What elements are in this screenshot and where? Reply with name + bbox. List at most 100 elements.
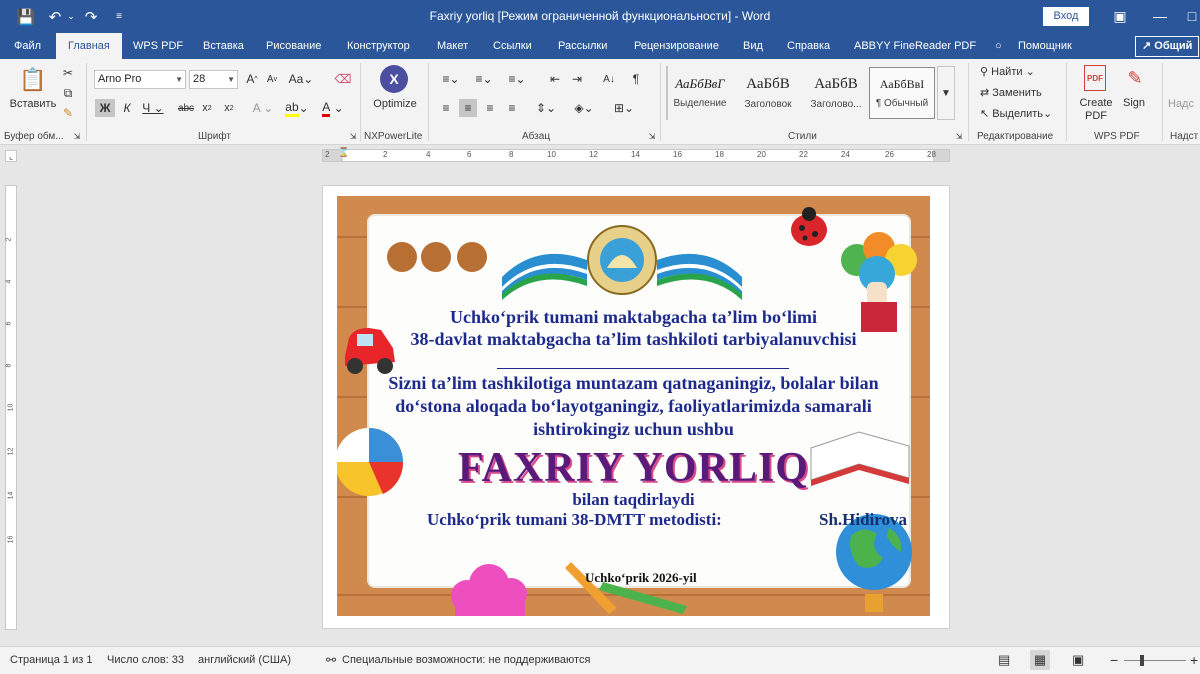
style-normal[interactable]: АаБбВвI ¶ Обычный <box>869 67 935 119</box>
find-button[interactable]: ⚲ Найти ⌄ <box>980 65 1035 79</box>
tab-abbyy[interactable]: ABBYY FineReader PDF <box>854 33 976 59</box>
paragraph-launcher-icon[interactable]: ⇲ <box>648 131 656 141</box>
tab-layout[interactable]: Макет <box>437 33 468 59</box>
clipboard-launcher-icon[interactable]: ⇲ <box>73 131 81 141</box>
text-effects-icon[interactable]: A ⌄ <box>250 99 276 117</box>
addins-button[interactable]: Надс <box>1168 98 1194 110</box>
style-emphasis[interactable]: АаБбВвГ Выделение <box>667 67 733 119</box>
divider <box>968 63 969 141</box>
tab-tell-me[interactable]: Помощник <box>1018 33 1072 59</box>
ruler-number: 2 <box>5 237 13 242</box>
styles-gallery: АаБбВвГ Выделение АаБбВ Заголовок АаБбВ Заг… <box>666 66 935 120</box>
vertical-scrollbar[interactable] <box>1187 190 1200 630</box>
share-button[interactable]: ↗ Общий <box>1135 36 1199 57</box>
optimize-icon[interactable]: X <box>380 65 408 93</box>
copy-icon[interactable]: ⧉ <box>60 85 76 101</box>
sort-icon[interactable]: A↓ <box>597 71 621 87</box>
shrink-font-icon[interactable]: Av <box>264 71 280 87</box>
decrease-indent-icon[interactable]: ⇤ <box>546 71 564 87</box>
tab-design[interactable]: Конструктор <box>347 33 410 59</box>
maximize-icon[interactable]: □ <box>1172 0 1200 33</box>
tab-home[interactable]: Главная <box>56 33 122 59</box>
numbering-icon[interactable]: ≡⌄ <box>470 71 498 87</box>
increase-indent-icon[interactable]: ⇥ <box>568 71 586 87</box>
zoom-slider-thumb[interactable] <box>1140 655 1144 666</box>
document-page[interactable]: Uchko‘prik tumani maktabgacha ta’lim bo‘… <box>322 185 950 629</box>
ladybug-image <box>791 207 827 246</box>
read-mode-icon[interactable]: ▤ <box>998 647 1010 674</box>
font-color-icon[interactable]: A ⌄ <box>318 99 348 117</box>
tab-selector-icon[interactable]: ⌞ <box>5 150 17 162</box>
underline-button[interactable]: Ч ⌄ <box>140 99 166 117</box>
sign-icon[interactable]: ✎ <box>1124 65 1146 91</box>
shading-icon[interactable]: ◈⌄ <box>570 99 598 117</box>
tab-references[interactable]: Ссылки <box>493 33 532 59</box>
pencils-image <box>565 562 687 614</box>
tab-review[interactable]: Рецензирование <box>634 33 719 59</box>
print-layout-icon[interactable]: ▦ <box>1030 650 1050 670</box>
ruler-number: 14 <box>7 491 15 500</box>
word-count[interactable]: Число слов: 33 <box>107 647 184 674</box>
styles-launcher-icon[interactable]: ⇲ <box>955 131 963 141</box>
italic-button[interactable]: К <box>119 99 135 117</box>
tab-wps-pdf[interactable]: WPS PDF <box>133 33 183 59</box>
style-heading2[interactable]: АаБбВ Заголово... <box>803 67 869 119</box>
borders-icon[interactable]: ⊞⌄ <box>610 99 638 117</box>
web-layout-icon[interactable]: ▣ <box>1072 647 1084 674</box>
justify-icon[interactable]: ≡ <box>503 99 521 117</box>
subscript-button[interactable]: x2 <box>199 99 215 117</box>
optimize-button[interactable]: Optimize <box>364 98 426 110</box>
accessibility-status[interactable]: Специальные возможности: не поддерживают… <box>342 647 590 674</box>
paste-button[interactable]: Вставить <box>4 98 62 110</box>
replace-button[interactable]: ⇄ Заменить <box>980 86 1042 100</box>
superscript-button[interactable]: x2 <box>221 99 237 117</box>
vertical-ruler[interactable]: 2 4 6 8 10 12 14 16 <box>5 185 17 630</box>
font-launcher-icon[interactable]: ⇲ <box>349 131 357 141</box>
font-size-combo[interactable]: 28 ▼ <box>189 70 238 89</box>
cert-line-department: Uchko‘prik tumani maktabgacha ta’lim bo‘… <box>449 307 818 327</box>
format-painter-icon[interactable]: ✎ <box>60 105 76 121</box>
tab-mailings[interactable]: Рассылки <box>558 33 607 59</box>
align-right-icon[interactable]: ≡ <box>481 99 499 117</box>
chevron-down-icon: ⌄ <box>1043 108 1053 120</box>
show-marks-icon[interactable]: ¶ <box>628 71 644 87</box>
tab-view[interactable]: Вид <box>743 33 763 59</box>
paste-icon[interactable]: 📋 <box>18 65 48 95</box>
sign-button[interactable]: Sign <box>1120 97 1148 109</box>
align-left-icon[interactable]: ≡ <box>437 99 455 117</box>
window-title: Faxriy yorliq [Режим ограниченной функци… <box>429 9 771 23</box>
bullets-icon[interactable]: ≡⌄ <box>437 71 465 87</box>
zoom-slider[interactable] <box>1124 660 1186 661</box>
zoom-out-icon[interactable]: − <box>1110 647 1118 674</box>
clear-formatting-icon[interactable]: ⌫ <box>335 71 352 87</box>
align-center-icon[interactable]: ≡ <box>459 99 477 117</box>
highlight-icon[interactable]: ab ⌄ <box>282 99 312 117</box>
indent-marker-icon[interactable]: ⌛ <box>338 147 349 158</box>
select-button[interactable]: ↖ Выделить ⌄ <box>980 107 1053 121</box>
cert-line-awarded: bilan taqdirlaydi <box>572 490 695 509</box>
zoom-in-icon[interactable]: + <box>1190 647 1198 674</box>
language-indicator[interactable]: английский (США) <box>198 647 291 674</box>
ruler-number: 16 <box>673 150 682 159</box>
cut-icon[interactable]: ✂ <box>60 65 76 81</box>
lightbulb-icon[interactable]: ○ <box>995 33 1002 59</box>
login-button[interactable]: Вход <box>1043 7 1089 26</box>
create-pdf-icon[interactable]: PDF <box>1084 65 1106 91</box>
multilevel-list-icon[interactable]: ≡⌄ <box>503 71 531 87</box>
strikethrough-button[interactable]: abc <box>175 99 197 117</box>
create-pdf-button[interactable]: Create PDF <box>1074 97 1118 123</box>
page-count[interactable]: Страница 1 из 1 <box>10 647 92 674</box>
bold-button[interactable]: Ж <box>95 99 115 117</box>
tab-insert[interactable]: Вставка <box>203 33 244 59</box>
ribbon-display-icon[interactable]: ▣ <box>1100 0 1140 33</box>
styles-more-icon[interactable]: ▼ <box>937 66 955 120</box>
horizontal-ruler[interactable]: 2 2 4 6 8 10 12 14 16 18 20 22 24 26 28 … <box>322 147 950 162</box>
change-case-icon[interactable]: Aa⌄ <box>286 71 316 87</box>
line-spacing-icon[interactable]: ⇕⌄ <box>532 99 560 117</box>
tab-draw[interactable]: Рисование <box>266 33 321 59</box>
tab-file[interactable]: Файл <box>14 33 41 59</box>
tab-help[interactable]: Справка <box>787 33 830 59</box>
font-name-combo[interactable]: Arno Pro ▼ <box>94 70 186 89</box>
style-heading1[interactable]: АаБбВ Заголовок <box>735 67 801 119</box>
grow-font-icon[interactable]: A ^ <box>244 71 260 87</box>
